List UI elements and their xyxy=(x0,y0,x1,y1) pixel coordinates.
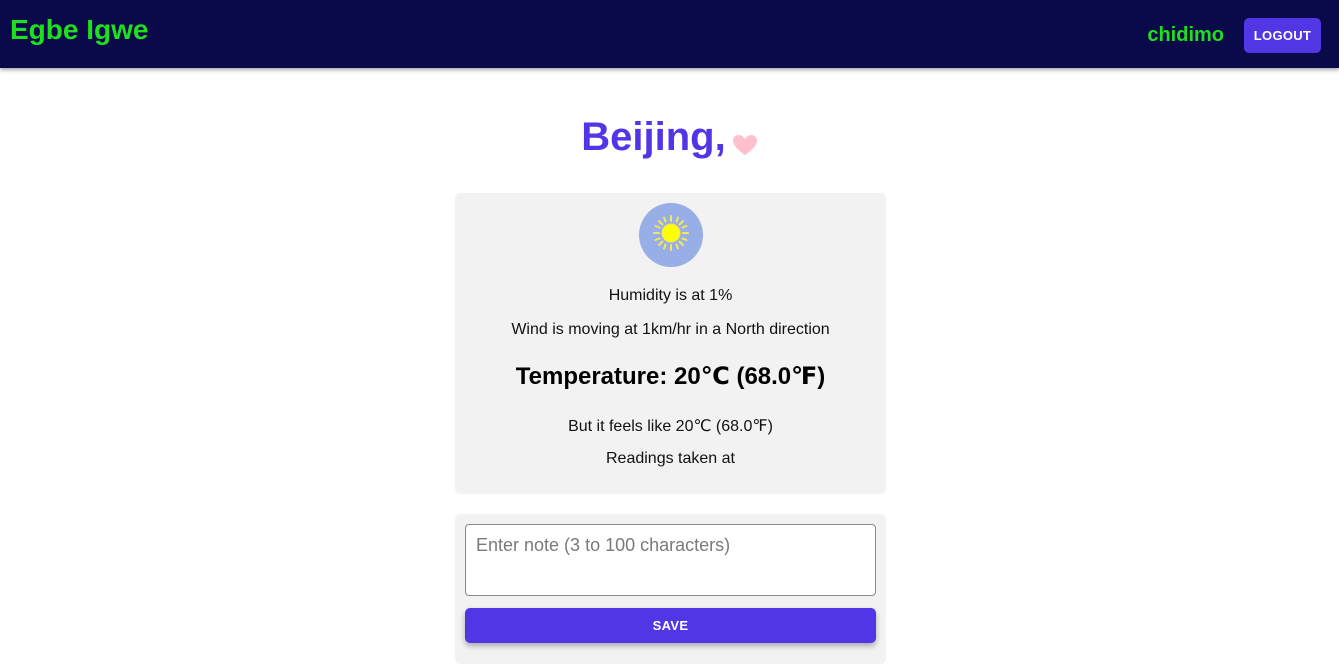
city-name: Beijing, xyxy=(581,115,726,159)
humidity-text: Humidity is at 1% xyxy=(608,287,733,304)
feels-like-text: But it feels like 20℃ (68.0℉) xyxy=(568,418,773,435)
weather-icon-container xyxy=(639,203,703,267)
weather-card: Humidity is at 1% Wind is moving at 1km/… xyxy=(455,193,886,494)
heart-icon[interactable] xyxy=(732,121,758,166)
readings-time-text: Readings taken at xyxy=(606,450,735,467)
wind-text: Wind is moving at 1km/hr in a North dire… xyxy=(511,321,830,338)
username-label: chidimo xyxy=(1147,24,1224,46)
save-button[interactable]: SAVE xyxy=(465,608,876,643)
note-input[interactable] xyxy=(465,524,876,596)
sun-icon xyxy=(651,213,691,258)
note-form: SAVE xyxy=(455,514,886,664)
top-navbar: Egbe Igwe chidimo LOGOUT xyxy=(0,0,1339,68)
logout-button[interactable]: LOGOUT xyxy=(1244,18,1321,53)
temperature-text: Temperature: 20℃ (68.0℉) xyxy=(515,363,826,390)
city-heading: Beijing, xyxy=(0,115,1339,166)
brand-logo-text[interactable]: Egbe Igwe xyxy=(10,14,148,46)
